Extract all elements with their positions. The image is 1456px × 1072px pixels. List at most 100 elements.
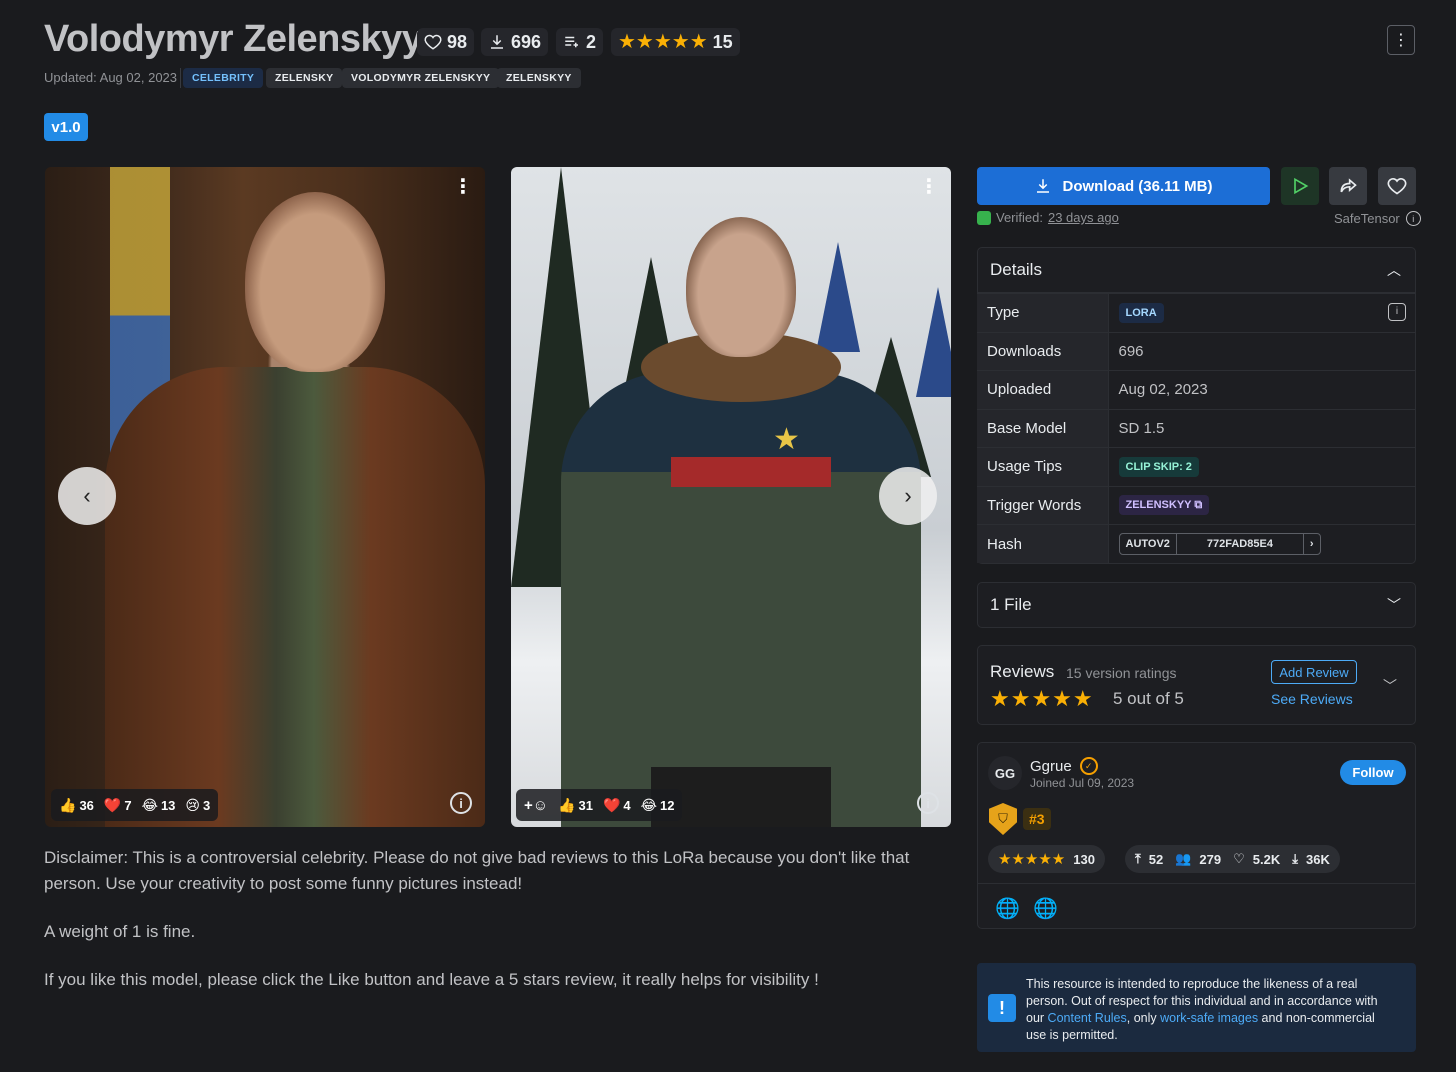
work-safe-images-link[interactable]: work-safe images xyxy=(1160,1011,1258,1025)
like-count-button[interactable]: 98 xyxy=(417,28,475,56)
thumbs-up-reaction[interactable]: 👍 36 xyxy=(59,797,94,814)
heart-icon: ❤️ xyxy=(602,796,621,813)
alert-icon: ! xyxy=(988,994,1016,1022)
page-title: Volodymyr Zelenskyy xyxy=(44,18,423,60)
verified-date-link[interactable]: 23 days ago xyxy=(1048,210,1119,225)
add-review-button[interactable]: Add Review xyxy=(1271,660,1357,684)
laugh-reaction[interactable]: 😂 13 xyxy=(142,797,176,814)
reviews-score: 5 out of 5 xyxy=(1113,689,1184,708)
carousel-next-button[interactable]: › xyxy=(879,467,937,525)
chevron-left-icon: ‹ xyxy=(83,483,91,508)
like-button[interactable] xyxy=(1378,167,1416,205)
version-badge[interactable]: v1.0 xyxy=(44,113,88,141)
jacket-stripe xyxy=(671,457,831,487)
image-info-icon[interactable]: i xyxy=(450,792,472,814)
reaction-bar-2[interactable]: +☺ 👍 31 ❤️ 4 😂 12 xyxy=(516,789,683,821)
reviews-panel xyxy=(977,645,1416,725)
shield-rank-icon: ⛉ xyxy=(989,803,1017,835)
hash-selector[interactable]: AUTOV2 772FAD85E4 › xyxy=(1118,533,1321,555)
see-reviews-link[interactable]: See Reviews xyxy=(1271,691,1353,707)
chevron-right-icon: › xyxy=(904,483,912,508)
chevron-up-icon: ︿ xyxy=(1387,261,1401,278)
details-title: Details xyxy=(990,259,1042,279)
play-icon xyxy=(1294,177,1309,195)
follow-button[interactable]: Follow xyxy=(1340,760,1406,785)
heart-icon xyxy=(424,34,442,50)
trigger-word-badge[interactable]: ZELENSKYY ⧉ xyxy=(1118,495,1210,516)
thumbs-up-icon: 👍 xyxy=(558,796,576,813)
figure-body xyxy=(105,367,485,827)
files-label: 1 File xyxy=(990,595,1032,614)
details-key: Uploaded xyxy=(977,370,1109,409)
creator-name: Ggrue xyxy=(1030,757,1072,775)
upload-icon: ⤒ xyxy=(1135,851,1141,866)
heart-reaction[interactable]: ❤️ 4 xyxy=(603,797,631,814)
users-icon: 👥 xyxy=(1175,851,1192,866)
share-button[interactable] xyxy=(1329,167,1367,205)
hash-algorithm[interactable]: AUTOV2 xyxy=(1120,534,1176,554)
tag-zelenskyy[interactable]: ZELENSKYY xyxy=(497,68,581,88)
chevron-down-icon[interactable]: ﹀ xyxy=(1383,676,1397,696)
table-row: Hash AUTOV2 772FAD85E4 › xyxy=(977,524,1416,563)
details-accordion-header[interactable]: Details ︿ xyxy=(977,247,1416,293)
creator-name-row[interactable]: Ggrue ✓ xyxy=(1030,757,1098,775)
thumbs-up-icon: 👍 xyxy=(59,796,77,813)
copy-icon: ⧉ xyxy=(1194,499,1203,512)
download-icon xyxy=(1037,179,1050,193)
heart-reaction[interactable]: ❤️ 7 xyxy=(104,797,132,814)
tag-celebrity[interactable]: CELEBRITY xyxy=(183,68,264,88)
details-key: Hash xyxy=(977,524,1109,563)
laugh-reaction[interactable]: 😂 12 xyxy=(641,797,675,814)
updated-date: Updated: Aug 02, 2023 xyxy=(44,70,178,85)
shield-check-icon xyxy=(977,210,991,225)
divider xyxy=(977,883,1416,884)
avatar[interactable]: GG xyxy=(988,756,1022,790)
image-menu-icon[interactable]: ⋮ xyxy=(919,177,939,197)
header-rating[interactable]: ★★★★★ 15 xyxy=(611,28,740,56)
playlist-add-icon xyxy=(565,36,578,48)
verified-status: Verified: 23 days ago xyxy=(977,210,1119,225)
hash-value[interactable]: 772FAD85E4 xyxy=(1175,534,1304,554)
download-button[interactable]: Download (36.11 MB) xyxy=(977,167,1270,205)
star-icon: ★★★★★ xyxy=(998,850,1066,868)
tag-zelensky[interactable]: ZELENSKY xyxy=(266,68,343,88)
carousel-prev-button[interactable]: ‹ xyxy=(58,467,116,525)
globe-icon[interactable]: 🌐 xyxy=(995,896,1020,921)
notice-text: This resource is intended to reproduce t… xyxy=(1026,977,1378,1042)
spire-shape xyxy=(916,287,951,397)
table-row: Downloads 696 xyxy=(977,331,1416,371)
more-menu-button[interactable]: ⋮ xyxy=(1387,25,1415,55)
thumbs-up-reaction[interactable]: 👍 31 xyxy=(558,797,593,814)
rating-count: 15 xyxy=(712,31,733,52)
tag-volodymyr-zelenskyy[interactable]: VOLODYMYR ZELENSKYY xyxy=(342,68,500,88)
laugh-icon: 😂 xyxy=(141,796,158,813)
details-value: SD 1.5 xyxy=(1108,408,1416,448)
cry-icon: 😢 xyxy=(185,796,201,813)
image-menu-icon[interactable]: ⋮ xyxy=(453,177,473,197)
heart-icon: ❤️ xyxy=(103,796,122,813)
heart-icon xyxy=(1387,177,1407,195)
add-reaction-icon[interactable]: +☺ xyxy=(524,797,548,814)
files-accordion-header[interactable]: 1 File ﹀ xyxy=(977,582,1416,628)
star-rating-icon: ★★★★★ xyxy=(990,686,1094,711)
table-row: Usage Tips CLIP SKIP: 2 xyxy=(977,447,1416,486)
creator-stats-pill: ⤒ 52 👥 279 ♡ 5.2K ⤓ 36K xyxy=(1125,845,1340,873)
collection-count-value: 2 xyxy=(586,31,597,52)
run-button[interactable] xyxy=(1281,167,1319,205)
spire-shape xyxy=(816,242,860,352)
reaction-bar-1[interactable]: 👍 36 ❤️ 7 😂 13 😢 3 xyxy=(51,789,219,821)
details-value: 696 xyxy=(1108,331,1416,371)
globe-icon[interactable]: 🌐 xyxy=(1033,896,1058,921)
cry-reaction[interactable]: 😢 3 xyxy=(185,797,210,814)
verified-badge-icon: ✓ xyxy=(1079,757,1098,775)
more-vertical-icon: ⋮ xyxy=(1393,32,1409,49)
info-circle-icon[interactable]: i xyxy=(1405,211,1421,226)
collection-count: 2 xyxy=(556,28,604,56)
share-icon xyxy=(1340,178,1357,193)
divider xyxy=(180,68,181,88)
image-info-icon[interactable]: i xyxy=(917,792,939,814)
info-circle-icon[interactable]: i xyxy=(1388,302,1406,321)
description-request: If you like this model, please click the… xyxy=(44,970,819,989)
chevron-right-icon[interactable]: › xyxy=(1304,534,1320,554)
content-rules-link[interactable]: Content Rules xyxy=(1048,1011,1127,1025)
